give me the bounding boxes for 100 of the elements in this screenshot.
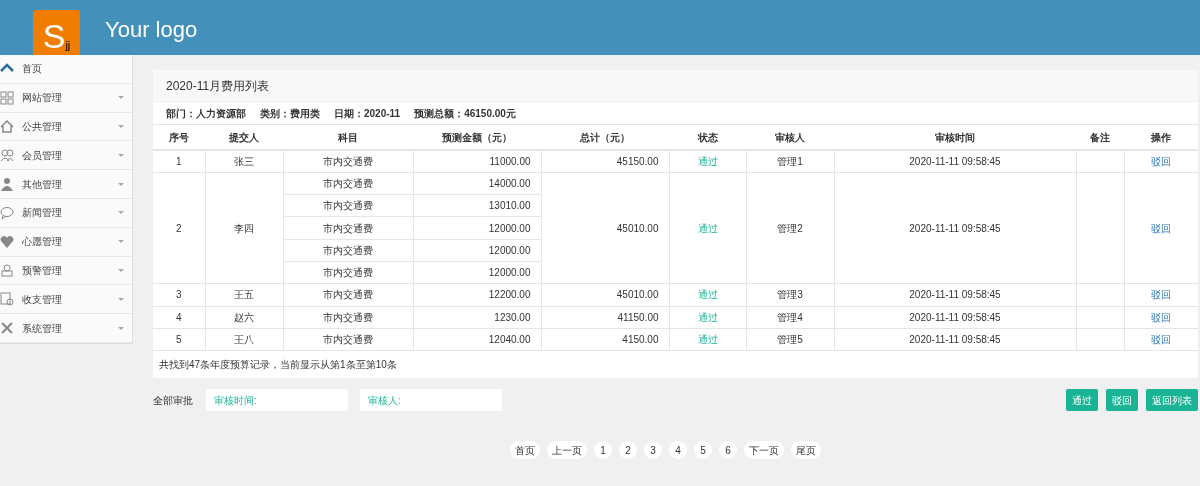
table-cell: 市内交通费 <box>283 216 413 240</box>
table-cell: 45010.00 <box>541 283 669 307</box>
table-cell: 管理1 <box>746 150 834 173</box>
table-cell: 1 <box>153 150 205 173</box>
table-cell: 市内交通费 <box>283 194 413 217</box>
input-field[interactable]: 审核人: <box>360 389 502 412</box>
person-desk-icon <box>0 263 14 278</box>
page-button[interactable]: 6 <box>719 441 737 460</box>
table-cell: 赵六 <box>205 306 283 329</box>
info-text: 部门：人力资源部 <box>166 106 246 121</box>
person-icon <box>0 177 14 192</box>
approval-label: 全部审批 <box>153 393 194 408</box>
table-cell: 管理5 <box>746 328 834 351</box>
column-header: 预测金额（元） <box>413 125 541 150</box>
table-cell: 45150.00 <box>541 150 669 173</box>
column-header: 总计（元） <box>541 125 669 150</box>
sidebar-item[interactable]: 网站管理 <box>0 83 132 113</box>
sidebar-item[interactable]: 心愿管理 <box>0 227 132 257</box>
table-cell: 45010.00 <box>541 172 669 284</box>
info-text: 预测总额：46150.00元 <box>414 106 516 121</box>
table-cell: 14000.00 <box>413 172 541 195</box>
table-cell: 2020-11-11 09:58:45 <box>834 150 1076 173</box>
info-text: 类别：费用类 <box>260 106 320 121</box>
page-button[interactable]: 首页 <box>510 441 540 460</box>
sidebar-item[interactable]: 预警管理 <box>0 256 132 286</box>
table-cell: 11000.00 <box>413 150 541 173</box>
table-cell: 4 <box>153 306 205 329</box>
sidebar-item[interactable]: 其他管理 <box>0 170 132 199</box>
table-cell: 市内交通费 <box>283 239 413 262</box>
page-button[interactable]: 3 <box>644 441 662 460</box>
input-field[interactable]: 审核时间: <box>206 389 348 412</box>
chat-icon <box>0 205 14 220</box>
table-cell: 管理3 <box>746 283 834 307</box>
column-header: 备注 <box>1076 125 1124 150</box>
sidebar-item[interactable]: 首页 <box>0 55 132 84</box>
page-button[interactable]: 上一页 <box>547 441 587 460</box>
column-header: 审核人 <box>746 125 834 150</box>
table-cell: 2020-11-11 09:58:45 <box>834 328 1076 351</box>
table-cell: 王八 <box>205 328 283 351</box>
page-button[interactable]: 2 <box>619 441 637 460</box>
page-button[interactable]: 尾页 <box>791 441 821 460</box>
record-count-text: 共找到47条年度预算记录，当前显示从第1条至第10条 <box>159 358 397 373</box>
reject-link[interactable]: 驳回 <box>1151 311 1172 323</box>
page-button[interactable]: 1 <box>594 441 612 460</box>
table-cell: 李四 <box>205 172 283 284</box>
column-header: 科目 <box>283 125 413 150</box>
panel-title: 2020-11月费用列表 <box>166 77 270 95</box>
sidebar-item[interactable]: 新闻管理 <box>0 199 132 228</box>
column-header: 状态 <box>669 125 746 150</box>
column-header: 提交人 <box>205 125 283 150</box>
table-cell: 3 <box>153 283 205 307</box>
table-cell: 市内交通费 <box>283 328 413 351</box>
reject-link[interactable]: 驳回 <box>1151 289 1172 301</box>
document-icon <box>0 292 14 307</box>
tools-icon <box>0 321 14 336</box>
status-text: 通过 <box>697 155 718 167</box>
sidebar-item[interactable]: 公共管理 <box>0 112 132 142</box>
logo-letter: S <box>42 19 66 53</box>
sidebar-item[interactable]: 系统管理 <box>0 314 132 343</box>
status-text: 通过 <box>697 334 718 345</box>
logo-text: Your logo <box>105 16 198 44</box>
status-text: 通过 <box>697 289 718 301</box>
table-cell: 市内交通费 <box>283 283 413 307</box>
sidebar-item[interactable]: 会员管理 <box>0 141 132 171</box>
logo-subscript: jj <box>65 40 71 51</box>
table-cell: 管理4 <box>746 306 834 329</box>
table-cell: 41150.00 <box>541 306 669 329</box>
column-header: 审核时间 <box>834 125 1076 150</box>
house-icon <box>0 119 14 134</box>
table-cell: 张三 <box>205 150 283 173</box>
table-cell: 2020-11-11 09:58:45 <box>834 283 1076 307</box>
table-cell: 管理2 <box>746 172 834 284</box>
reject-link[interactable]: 驳回 <box>1151 222 1172 234</box>
info-text: 日期：2020-11 <box>334 106 401 121</box>
table-cell: 市内交通费 <box>283 261 413 284</box>
table-cell: 2020-11-11 09:58:45 <box>834 172 1076 284</box>
table-cell: 12200.00 <box>413 283 541 307</box>
reject-link[interactable]: 驳回 <box>1151 334 1172 345</box>
people-icon <box>0 148 14 163</box>
column-header: 序号 <box>153 125 205 150</box>
page-button[interactable]: 5 <box>694 441 712 460</box>
reject-link[interactable]: 驳回 <box>1151 155 1172 167</box>
column-header: 操作 <box>1124 125 1198 150</box>
status-text: 通过 <box>697 311 718 323</box>
heart-icon <box>0 234 14 249</box>
grid-icon <box>0 90 14 105</box>
table-cell: 2020-11-11 09:58:45 <box>834 306 1076 329</box>
status-text: 通过 <box>697 222 718 234</box>
table-cell: 市内交通费 <box>283 172 413 195</box>
page-button[interactable]: 4 <box>669 441 687 460</box>
table-cell: 1230.00 <box>413 306 541 329</box>
table-cell: 市内交通费 <box>283 150 413 173</box>
table-cell: 2 <box>153 172 205 284</box>
table-cell: 4150.00 <box>541 328 669 351</box>
table-cell: 市内交通费 <box>283 306 413 329</box>
page-button[interactable]: 下一页 <box>744 441 784 460</box>
table-cell: 12040.00 <box>413 328 541 351</box>
sidebar-item[interactable]: 收支管理 <box>0 285 132 315</box>
table-cell: 王五 <box>205 283 283 307</box>
table-cell: 5 <box>153 328 205 351</box>
